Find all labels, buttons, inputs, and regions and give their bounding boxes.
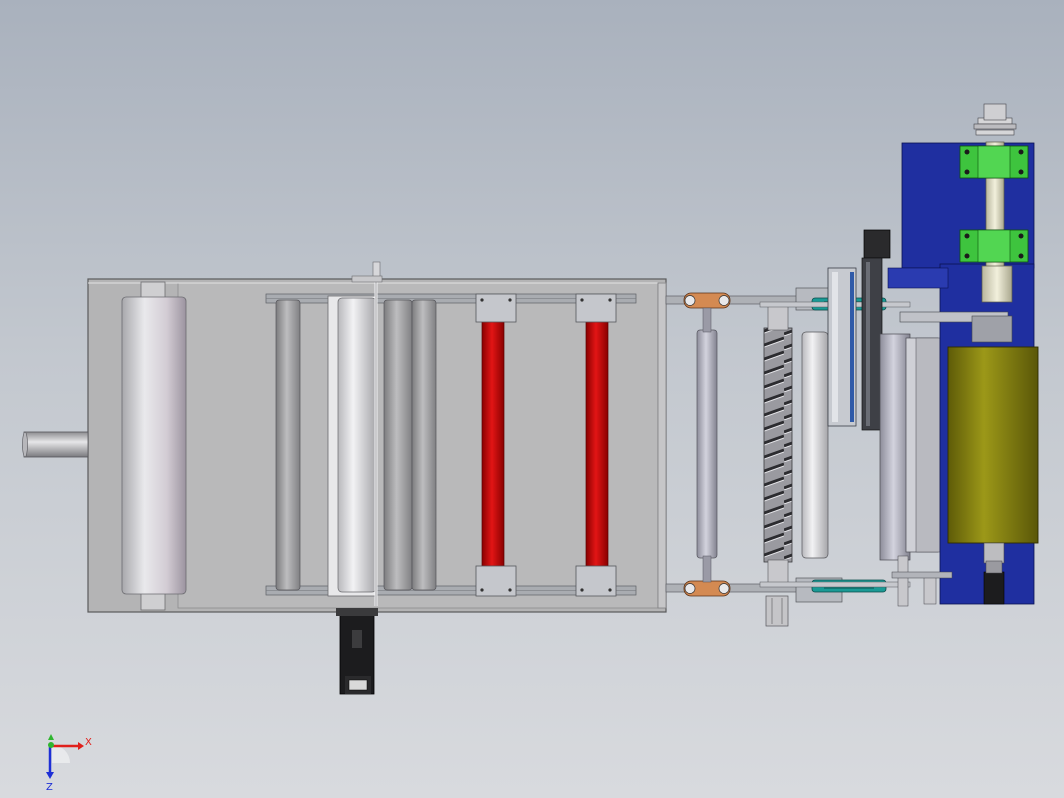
bearing-block-top bbox=[475, 293, 517, 323]
z-axis-label: Z bbox=[46, 782, 53, 793]
green-bearing-block-bottom[interactable] bbox=[959, 229, 1029, 263]
tension-roller[interactable] bbox=[327, 261, 383, 606]
idler-roller-1[interactable] bbox=[275, 299, 301, 591]
drive-motor[interactable] bbox=[336, 608, 378, 695]
pneumatic-cylinder[interactable] bbox=[879, 333, 941, 561]
copper-clamp-bottom[interactable] bbox=[683, 580, 731, 597]
roller-bearing-bottom bbox=[140, 592, 166, 611]
idler-roller-pair[interactable] bbox=[383, 299, 437, 591]
slim-roller[interactable] bbox=[696, 307, 718, 583]
spiral-spreader-roller[interactable] bbox=[763, 305, 793, 627]
roller-bearing-top bbox=[140, 281, 166, 300]
vertical-channel[interactable] bbox=[827, 267, 857, 427]
large-unwind-roller[interactable] bbox=[121, 281, 187, 611]
input-shaft[interactable] bbox=[22, 431, 89, 458]
frame-right-step bbox=[657, 282, 667, 609]
y-axis-dot bbox=[48, 742, 54, 748]
x-axis-label: X bbox=[85, 737, 92, 748]
bearing-block-top bbox=[575, 293, 617, 323]
green-bearing-block-top[interactable] bbox=[959, 145, 1029, 179]
copper-clamp-top[interactable] bbox=[683, 292, 731, 309]
cad-viewport[interactable]: X Z bbox=[0, 0, 1064, 798]
xyz-axis-triad-icon: X Z bbox=[46, 734, 92, 793]
